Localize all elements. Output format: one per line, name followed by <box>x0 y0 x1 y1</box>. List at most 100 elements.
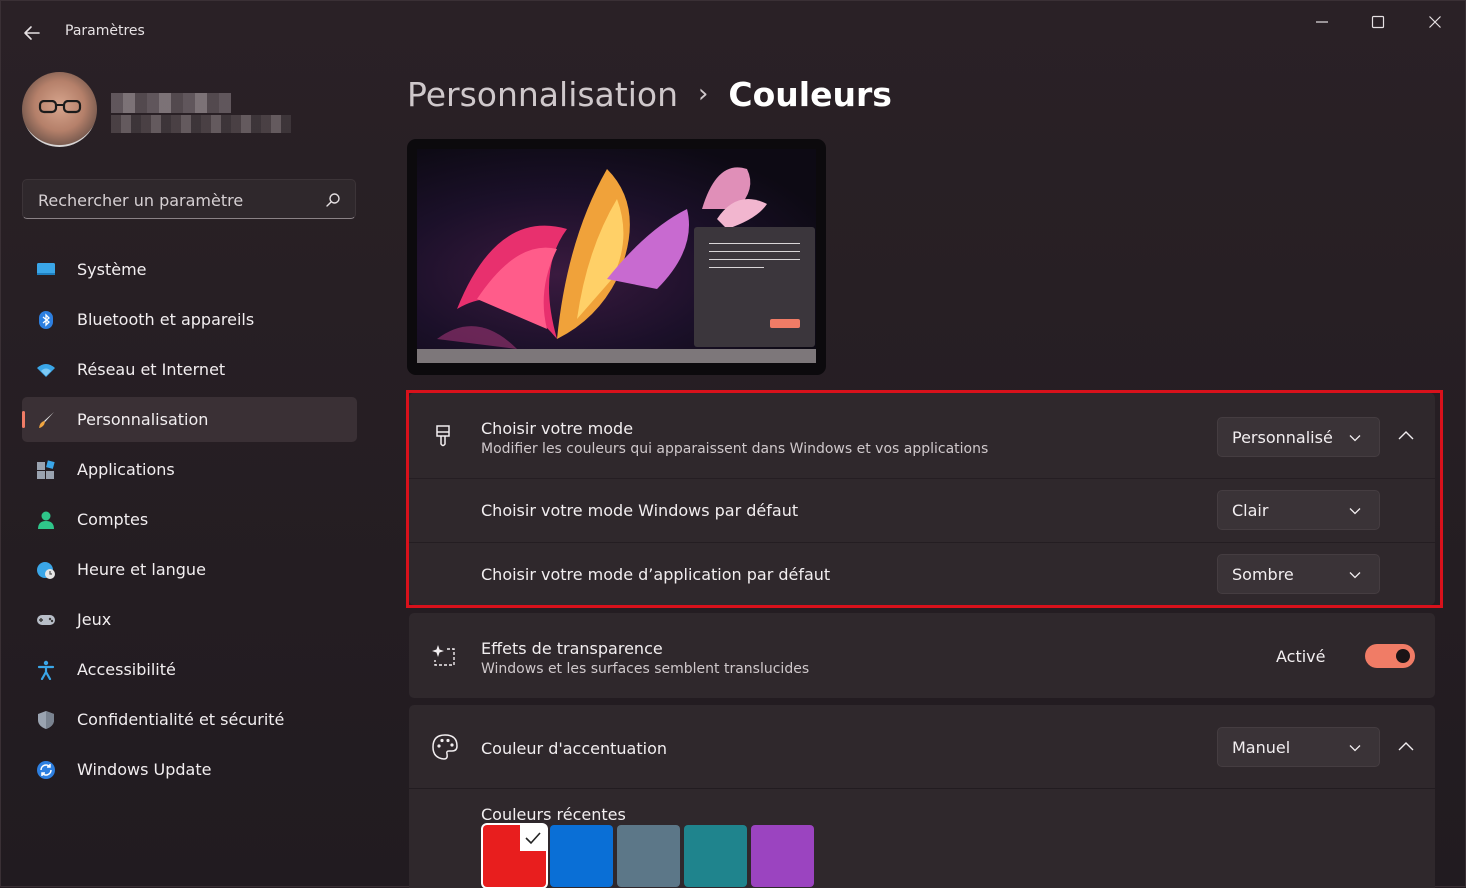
chevron-down-icon <box>1349 435 1361 442</box>
mode-subtitle: Modifier les couleurs qui apparaissent d… <box>481 441 989 457</box>
breadcrumb: Personnalisation › Couleurs <box>407 75 892 119</box>
sidebar-item-label: Système <box>77 260 147 279</box>
mode-collapse-button[interactable] <box>1395 425 1417 447</box>
app-mode-label: Choisir votre mode d’application par déf… <box>481 565 831 584</box>
search-input[interactable] <box>36 188 320 212</box>
accent-title: Couleur d'accentuation <box>481 739 667 758</box>
globe-clock-icon <box>37 562 55 579</box>
sidebar-item-label: Comptes <box>77 510 149 529</box>
app-mode-row: Choisir votre mode d’application par déf… <box>409 543 1435 605</box>
accent-collapse-button[interactable] <box>1395 736 1417 758</box>
chevron-down-icon <box>1349 508 1361 515</box>
sidebar-item-label: Confidentialité et sécurité <box>77 710 285 729</box>
person-icon <box>38 511 54 529</box>
color-swatch[interactable] <box>751 825 814 887</box>
sidebar-item-reseau[interactable]: Réseau et Internet <box>22 347 357 392</box>
back-button[interactable] <box>19 21 45 45</box>
minimize-icon <box>1316 21 1328 23</box>
color-swatch[interactable] <box>617 825 680 887</box>
chevron-down-icon <box>1349 572 1361 579</box>
recent-colors-label: Couleurs récentes <box>481 805 626 824</box>
transparency-toggle[interactable] <box>1365 644 1415 668</box>
checkmark-icon <box>520 825 546 851</box>
windows-mode-row: Choisir votre mode Windows par défaut Cl… <box>409 479 1435 542</box>
chevron-up-icon <box>1398 742 1414 751</box>
mode-title: Choisir votre mode <box>481 419 634 438</box>
windows-mode-label: Choisir votre mode Windows par défaut <box>481 501 799 520</box>
transparency-state-label: Activé <box>1276 647 1326 666</box>
windows-mode-value: Clair <box>1232 501 1269 520</box>
sidebar-item-heure-langue[interactable]: Heure et langue <box>22 547 357 592</box>
sidebar-item-label: Applications <box>77 460 175 479</box>
sidebar-item-accessibilite[interactable]: Accessibilité <box>22 647 357 692</box>
gamepad-icon <box>37 615 55 625</box>
transparency-subtitle: Windows et les surfaces semblent translu… <box>481 661 810 677</box>
app-mode-dropdown[interactable]: Sombre <box>1217 554 1380 594</box>
preview-taskbar <box>417 349 816 363</box>
accent-card[interactable]: Couleur d'accentuation Manuel <box>409 705 1435 788</box>
display-icon <box>37 263 55 275</box>
color-swatch[interactable] <box>483 825 546 887</box>
user-name-redacted <box>111 93 231 113</box>
sidebar-item-label: Réseau et Internet <box>77 360 226 379</box>
avatar[interactable] <box>22 72 97 147</box>
minimize-button[interactable] <box>1297 9 1349 35</box>
preview-wallpaper <box>417 149 816 358</box>
sidebar-item-label: Accessibilité <box>77 660 176 679</box>
mode-card[interactable]: Choisir votre mode Modifier les couleurs… <box>409 393 1435 478</box>
paintbrush-icon <box>436 425 450 447</box>
user-email-redacted <box>111 115 291 133</box>
breadcrumb-separator: › <box>698 79 709 109</box>
sidebar-item-label: Jeux <box>77 610 112 629</box>
sidebar-item-confidentialite[interactable]: Confidentialité et sécurité <box>22 697 357 742</box>
breadcrumb-parent[interactable]: Personnalisation <box>407 75 678 114</box>
accessibility-icon <box>37 660 55 680</box>
maximize-button[interactable] <box>1353 9 1405 35</box>
sidebar-item-jeux[interactable]: Jeux <box>22 597 357 642</box>
toggle-knob <box>1396 649 1410 663</box>
accent-dropdown-value: Manuel <box>1232 738 1291 757</box>
windows-mode-dropdown[interactable]: Clair <box>1217 490 1380 530</box>
sidebar-item-label: Windows Update <box>77 760 212 779</box>
color-swatch[interactable] <box>684 825 747 887</box>
wifi-icon <box>37 364 55 377</box>
sidebar-item-personnalisation[interactable]: Personnalisation <box>22 397 357 442</box>
recent-colors-row: Couleurs récentes <box>409 789 1435 888</box>
sidebar-item-label: Heure et langue <box>77 560 206 579</box>
palette-icon <box>432 734 458 760</box>
brush-icon <box>39 412 54 428</box>
sidebar-item-applications[interactable]: Applications <box>22 447 357 492</box>
search-icon[interactable] <box>325 192 341 208</box>
page-title: Couleurs <box>728 75 892 114</box>
transparency-card: Effets de transparence Windows et les su… <box>409 613 1435 698</box>
color-swatch[interactable] <box>550 825 613 887</box>
theme-preview <box>407 139 826 375</box>
update-icon <box>37 761 55 779</box>
app-title: Paramètres <box>65 23 145 39</box>
settings-window: Paramètres Système <box>0 0 1466 888</box>
title-bar: Paramètres <box>1 1 1466 63</box>
maximize-icon <box>1371 15 1385 29</box>
preview-window <box>694 227 815 347</box>
sidebar-item-bluetooth[interactable]: Bluetooth et appareils <box>22 297 357 342</box>
shield-icon <box>38 711 54 729</box>
arrow-left-icon <box>24 26 40 40</box>
preview-accent-button <box>770 319 800 328</box>
sidebar-item-windows-update[interactable]: Windows Update <box>22 747 357 792</box>
bluetooth-icon <box>39 311 53 329</box>
accent-dropdown[interactable]: Manuel <box>1217 727 1380 767</box>
transparency-title: Effets de transparence <box>481 639 663 658</box>
chevron-up-icon <box>1398 431 1414 440</box>
app-mode-value: Sombre <box>1232 565 1294 584</box>
sidebar-item-label: Bluetooth et appareils <box>77 310 255 329</box>
sidebar-item-systeme[interactable]: Système <box>22 247 357 292</box>
close-button[interactable] <box>1410 9 1462 35</box>
sidebar-item-label: Personnalisation <box>77 410 209 429</box>
chevron-down-icon <box>1349 745 1361 752</box>
sidebar-item-comptes[interactable]: Comptes <box>22 497 357 542</box>
mode-dropdown[interactable]: Personnalisé <box>1217 417 1380 457</box>
apps-icon <box>37 460 55 479</box>
mode-dropdown-value: Personnalisé <box>1232 428 1333 447</box>
search-box[interactable] <box>22 179 356 219</box>
glasses-icon <box>38 100 82 114</box>
